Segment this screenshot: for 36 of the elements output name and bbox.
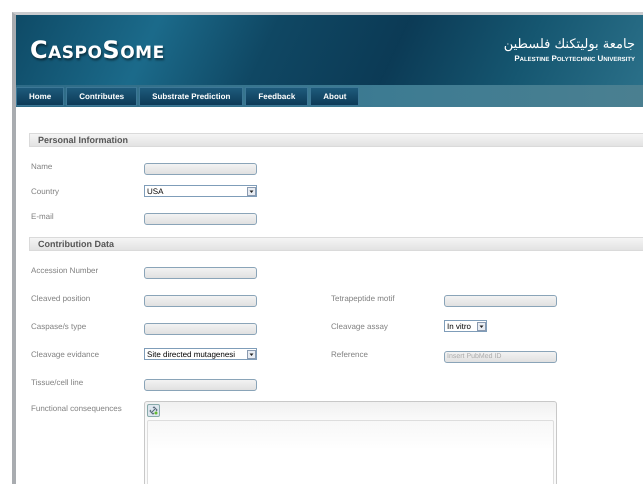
field-label: Cleavage evidance (31, 350, 100, 358)
nav-tab[interactable]: Home (16, 86, 64, 106)
field-label: Reference (331, 350, 369, 358)
field-label: E-mail (31, 212, 55, 220)
link-icon[interactable] (147, 404, 160, 417)
input-field[interactable] (144, 378, 257, 390)
logo: CaspoSome (30, 36, 165, 64)
university-name-arabic: جامعة بوليتكنك فلسطين (504, 37, 635, 52)
field-label: Accession Number (31, 266, 100, 274)
caret-icon (477, 322, 486, 330)
field-label: Name (31, 162, 54, 170)
nav-tab[interactable]: Feedback (245, 86, 308, 106)
nav-tab[interactable]: Contributes (66, 86, 138, 106)
university-name: Palestine Polytechnic University (514, 54, 635, 63)
nav-tab[interactable]: Substrate Prediction (139, 86, 244, 106)
field-label: Country (31, 186, 60, 196)
dropdown[interactable]: Site directed mutagenesi (144, 348, 257, 360)
section-header: Contribution Data (29, 237, 643, 251)
input-field[interactable] (144, 294, 257, 306)
dropdown[interactable]: In vitro (444, 320, 487, 332)
field-label: Cleaved position (31, 294, 92, 302)
input-field[interactable] (144, 266, 257, 278)
input-field[interactable] (144, 162, 257, 174)
input-field[interactable] (144, 212, 257, 224)
field-label: Cleavage assay (331, 322, 389, 330)
section-header: Personal Information (29, 133, 643, 147)
input-field[interactable] (144, 322, 257, 334)
field-label: Tetrapeptide motif (331, 294, 396, 302)
field-label: Tissue/cell line (31, 378, 84, 386)
dropdown[interactable]: USA (144, 185, 257, 197)
nav-tab[interactable]: About (310, 86, 360, 106)
caret-icon (247, 186, 256, 196)
field-label: Functional consequences (31, 403, 123, 413)
input-field[interactable] (444, 294, 557, 306)
caret-icon (247, 350, 256, 358)
field-label: Caspase/s type (31, 322, 88, 330)
